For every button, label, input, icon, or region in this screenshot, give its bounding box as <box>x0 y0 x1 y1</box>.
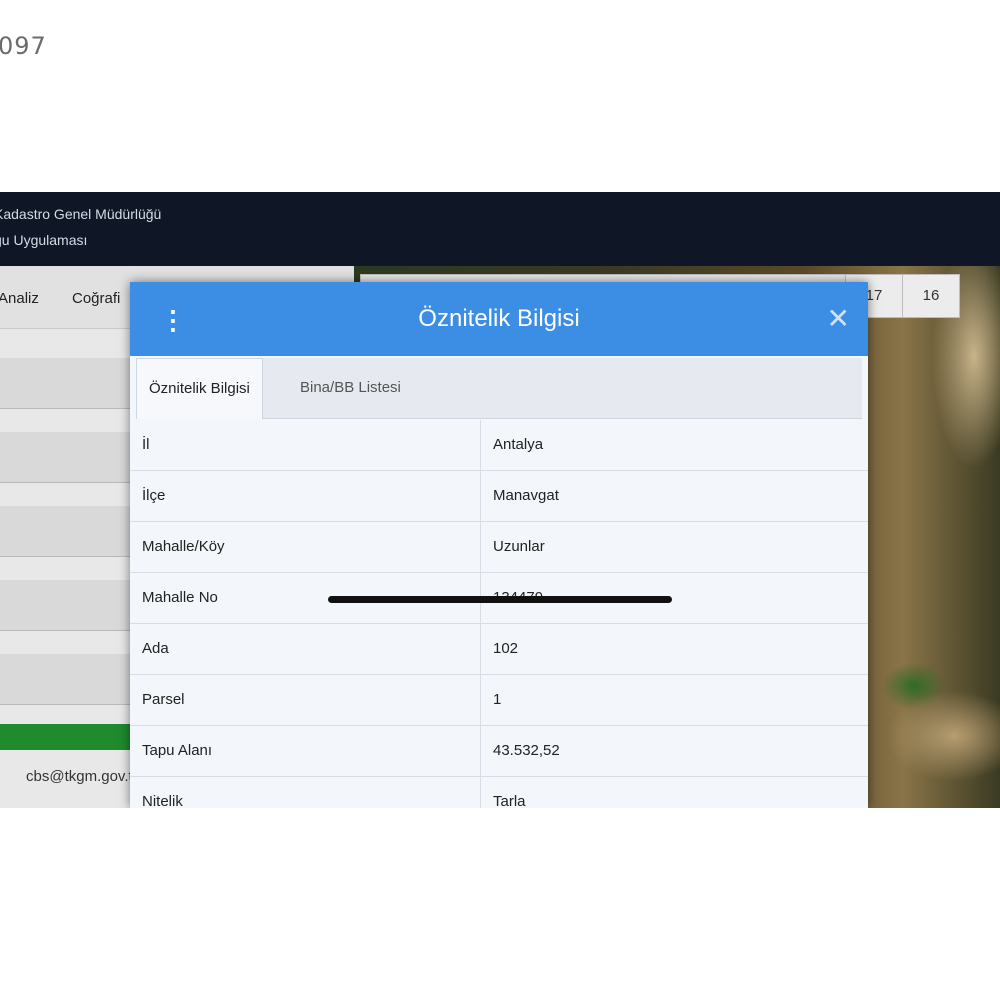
modal-tabs: Öznitelik Bilgisi Bina/BB Listesi <box>136 358 862 419</box>
home-indicator-bar <box>328 596 672 603</box>
attribute-info-modal: Öznitelik Bilgisi ⋮ ✕ Öznitelik Bilgisi … <box>130 282 868 808</box>
attr-key: Mahalle/Köy <box>142 538 225 555</box>
attr-key: Tapu Alanı <box>142 742 213 759</box>
attr-key: İlçe <box>142 487 166 504</box>
tab-bina-bb-listesi[interactable]: Bina/BB Listesi <box>288 358 413 418</box>
corner-id-text: 097 <box>0 32 47 60</box>
app-screen: Kadastro Genel Müdürlüğü gu Uygulaması A… <box>0 192 1000 808</box>
modal-title: Öznitelik Bilgisi <box>418 305 580 332</box>
menu-item-cografi[interactable]: Coğrafi <box>72 290 120 307</box>
attr-value: Manavgat <box>480 471 868 521</box>
modal-header: Öznitelik Bilgisi ⋮ ✕ <box>130 282 868 356</box>
attr-value: 43.532,52 <box>480 726 868 776</box>
table-row: Nitelik Tarla <box>130 777 868 808</box>
green-action-button[interactable] <box>0 724 130 750</box>
table-row: İl Antalya <box>130 420 868 471</box>
menu-item-analiz[interactable]: Analiz <box>0 290 39 307</box>
attr-key: Ada <box>142 640 169 657</box>
attr-key: Nitelik <box>142 793 183 808</box>
app-name: gu Uygulaması <box>0 232 88 248</box>
attr-value: Tarla <box>480 777 868 808</box>
attr-value: 102 <box>480 624 868 674</box>
footer-email: cbs@tkgm.gov.tr <box>26 768 138 785</box>
table-row: İlçe Manavgat <box>130 471 868 522</box>
org-name: Kadastro Genel Müdürlüğü <box>0 206 162 222</box>
attr-key: Parsel <box>142 691 185 708</box>
attr-value: Antalya <box>480 420 868 470</box>
left-panel-row[interactable] <box>0 432 130 483</box>
table-row: Mahalle/Köy Uzunlar <box>130 522 868 573</box>
left-panel-row[interactable] <box>0 506 130 557</box>
attr-key: İl <box>142 436 150 453</box>
left-panel-row[interactable] <box>0 654 130 705</box>
table-row: Ada 102 <box>130 624 868 675</box>
app-header: Kadastro Genel Müdürlüğü gu Uygulaması <box>0 192 1000 266</box>
left-panel-row[interactable] <box>0 580 130 631</box>
attr-value: Uzunlar <box>480 522 868 572</box>
close-icon[interactable]: ✕ <box>827 304 850 334</box>
table-row: Tapu Alanı 43.532,52 <box>130 726 868 777</box>
table-row: Parsel 1 <box>130 675 868 726</box>
tab-oznitelik-bilgisi[interactable]: Öznitelik Bilgisi <box>136 358 263 419</box>
zoom-level-button[interactable]: 16 <box>902 275 959 317</box>
attr-value: 1 <box>480 675 868 725</box>
left-panel-row[interactable] <box>0 358 130 409</box>
kebab-menu-icon[interactable]: ⋮ <box>160 306 186 334</box>
